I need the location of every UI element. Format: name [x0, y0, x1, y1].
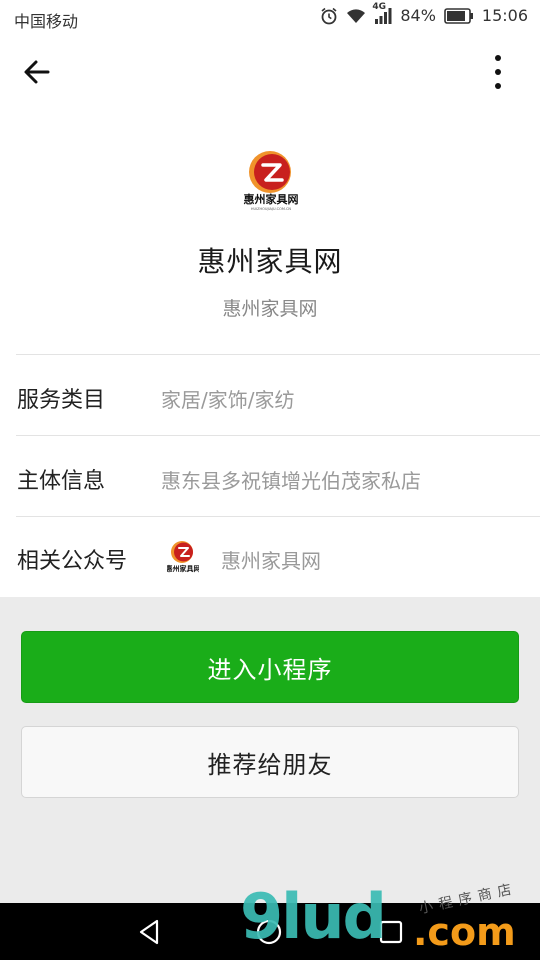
- carrier-label: 中国移动: [14, 12, 79, 31]
- system-nav-bar: [0, 903, 540, 960]
- info-row-entity[interactable]: 主体信息 惠东县多祝镇增光伯茂家私店: [0, 437, 540, 517]
- svg-text:HUIZHOUJIAJU.COM.CN: HUIZHOUJIAJU.COM.CN: [251, 207, 292, 211]
- wifi-icon: [346, 8, 366, 24]
- more-vertical-icon: [495, 55, 501, 89]
- back-button[interactable]: [14, 54, 58, 90]
- clock: 15:06: [481, 6, 528, 25]
- more-options-button[interactable]: [480, 54, 516, 90]
- square-recents-icon: [379, 920, 403, 944]
- service-category-value: 家居/家饰/家纺: [161, 388, 295, 412]
- recommend-to-friend-button[interactable]: 推荐给朋友: [21, 726, 519, 798]
- svg-text:惠州家具网: 惠州家具网: [244, 192, 299, 206]
- arrow-left-icon: [24, 60, 50, 84]
- related-account-label: 相关公众号: [17, 549, 128, 574]
- circle-home-icon: [256, 919, 282, 945]
- mini-program-profile-card: 惠州家具网 HUIZHOUJIAJU.COM.CN 惠州家具网 惠州家具网 服务…: [0, 108, 540, 597]
- mini-program-subtitle: 惠州家具网: [222, 298, 318, 320]
- signal-icon: 4G: [372, 2, 392, 24]
- triangle-back-icon: [139, 919, 159, 945]
- service-category-label: 服务类目: [17, 388, 106, 413]
- info-row-related-account[interactable]: 相关公众号 惠州家具网 惠州家具网: [0, 517, 540, 597]
- battery-icon: [444, 7, 474, 24]
- system-recents-button[interactable]: [378, 919, 404, 945]
- entity-info-label: 主体信息: [17, 469, 106, 494]
- related-account-value: 惠州家具网: [221, 549, 321, 573]
- top-nav-bar: [0, 36, 540, 108]
- divider: [16, 354, 540, 355]
- enter-mini-program-button[interactable]: 进入小程序: [21, 631, 519, 703]
- divider: [16, 435, 540, 436]
- system-home-button[interactable]: [256, 919, 282, 945]
- svg-text:惠州家具网: 惠州家具网: [167, 564, 199, 573]
- network-type: 4G: [372, 1, 386, 12]
- system-back-button[interactable]: [135, 917, 165, 947]
- info-row-service-category: 服务类目 家居/家饰/家纺: [0, 356, 540, 436]
- status-icons: 4G 84% 15:06: [320, 2, 528, 25]
- alarm-icon: [320, 7, 338, 25]
- brand-logo: 惠州家具网 HUIZHOUJIAJU.COM.CN: [242, 148, 300, 212]
- mini-program-name: 惠州家具网: [197, 245, 343, 278]
- status-bar: 中国移动 4G 84% 15:06: [0, 0, 540, 36]
- related-account-logo-icon: 惠州家具网: [166, 539, 201, 575]
- entity-info-value: 惠东县多祝镇增光伯茂家私店: [161, 469, 421, 493]
- battery-percent: 84%: [400, 6, 436, 25]
